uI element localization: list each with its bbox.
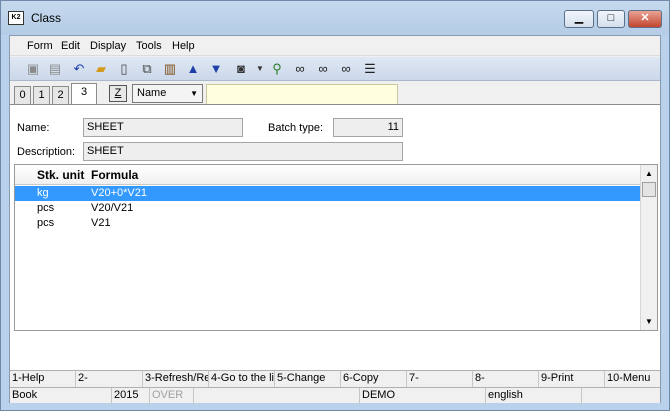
sort-select-value: Name: [137, 87, 167, 99]
menu-tools[interactable]: Tools: [136, 40, 162, 52]
status-module: Book: [10, 388, 112, 404]
status-mode: OVER: [150, 388, 194, 404]
fkey-5[interactable]: 5-Change: [275, 371, 341, 387]
copy-icon[interactable]: ⧉: [138, 60, 156, 78]
list-icon[interactable]: ☰: [361, 60, 379, 78]
table-row[interactable]: pcs V21: [15, 216, 640, 231]
status-empty-1: [194, 388, 360, 404]
tab-1[interactable]: 1: [33, 86, 50, 104]
minimize-button[interactable]: ▁: [564, 10, 594, 28]
fkey-10[interactable]: 10-Menu: [605, 371, 660, 387]
menu-edit[interactable]: Edit: [61, 40, 80, 52]
column-header-stk-unit[interactable]: Stk. unit: [37, 168, 84, 182]
table-row[interactable]: kg V20+0*V21: [15, 186, 640, 201]
arrow-down-icon[interactable]: ▼: [207, 60, 225, 78]
tab-0[interactable]: 0: [14, 86, 31, 104]
client-area: Form Edit Display Tools Help ▣ ▤ ↶ ▰ ▯ ⧉…: [9, 35, 661, 404]
book-icon[interactable]: ▥: [161, 60, 179, 78]
filter-icon[interactable]: ⚲: [268, 60, 286, 78]
fkey-8[interactable]: 8-: [473, 371, 539, 387]
description-label: Description:: [17, 146, 76, 158]
scroll-down-icon[interactable]: ▼: [641, 313, 657, 330]
fkey-1[interactable]: 1-Help: [10, 371, 76, 387]
cell-formula: V20+0*V21: [91, 187, 147, 199]
save-as-icon[interactable]: ▤: [46, 60, 64, 78]
menu-display[interactable]: Display: [90, 40, 126, 52]
status-empty-2: [582, 388, 660, 404]
dropdown-arrow-icon[interactable]: ▼: [251, 60, 269, 78]
fkey-6[interactable]: 6-Copy: [341, 371, 407, 387]
title-bar[interactable]: K2 Class ▁ □ ✕: [1, 1, 669, 35]
cell-stk-unit: kg: [37, 187, 49, 199]
description-field[interactable]: SHEET: [83, 142, 403, 161]
maximize-button[interactable]: □: [597, 10, 625, 28]
formula-grid: Stk. unit Formula kg V20+0*V21 pcs V20/V…: [14, 164, 658, 331]
fkey-4[interactable]: 4-Go to the li: [209, 371, 275, 387]
cell-formula: V20/V21: [91, 202, 134, 214]
sort-select[interactable]: Name ▼: [132, 84, 203, 103]
camera-icon[interactable]: ◙: [232, 60, 250, 78]
menu-form[interactable]: Form: [27, 40, 53, 52]
open-folder-icon[interactable]: ▰: [92, 60, 110, 78]
table-row[interactable]: pcs V20/V21: [15, 201, 640, 216]
fkey-2[interactable]: 2-: [76, 371, 143, 387]
batch-type-field[interactable]: 11: [333, 118, 403, 137]
app-icon: K2: [8, 11, 24, 25]
binoculars-next-icon[interactable]: ∞: [314, 60, 332, 78]
tab-row: 0 1 2 3 Z Name ▼: [10, 82, 660, 105]
new-document-icon[interactable]: ▯: [115, 60, 133, 78]
undo-icon[interactable]: ↶: [70, 60, 88, 78]
fkey-3[interactable]: 3-Refresh/Re: [143, 371, 209, 387]
status-language: english: [486, 388, 582, 404]
batch-type-label: Batch type:: [268, 122, 324, 134]
scroll-up-icon[interactable]: ▲: [641, 165, 657, 182]
fkey-7[interactable]: 7-: [407, 371, 473, 387]
close-button[interactable]: ✕: [628, 10, 662, 28]
arrow-up-icon[interactable]: ▲: [184, 60, 202, 78]
status-year: 2015: [112, 388, 150, 404]
status-bar: Book 2015 OVER DEMO english: [10, 387, 660, 404]
window-title: Class: [31, 11, 62, 25]
function-key-bar: 1-Help 2- 3-Refresh/Re 4-Go to the li 5-…: [10, 370, 660, 387]
status-db: DEMO: [360, 388, 486, 404]
binoculars-icon[interactable]: ∞: [291, 60, 309, 78]
binoculars-prev-icon[interactable]: ∞: [337, 60, 355, 78]
menu-bar: Form Edit Display Tools Help: [10, 36, 660, 56]
menu-help[interactable]: Help: [172, 40, 195, 52]
fkey-9[interactable]: 9-Print: [539, 371, 605, 387]
vertical-scrollbar[interactable]: ▲ ▼: [640, 165, 657, 330]
name-label: Name:: [17, 122, 50, 134]
name-field[interactable]: SHEET: [83, 118, 243, 137]
save-icon[interactable]: ▣: [24, 60, 42, 78]
chevron-down-icon: ▼: [190, 89, 198, 98]
scroll-thumb[interactable]: [642, 182, 656, 197]
tab-2[interactable]: 2: [52, 86, 69, 104]
record-panel: Name: SHEET Batch type: 11 Description: …: [10, 104, 660, 370]
cell-stk-unit: pcs: [37, 217, 55, 229]
toolbar: ▣ ▤ ↶ ▰ ▯ ⧉ ▥ ▲ ▼ ◙ ▼ ⚲ ∞ ∞ ∞ ☰: [10, 57, 660, 81]
cell-formula: V21: [91, 217, 111, 229]
app-window: K2 Class ▁ □ ✕ Form Edit Display Tools H…: [0, 0, 670, 411]
grid-header: Stk. unit Formula: [15, 165, 640, 185]
tab-3[interactable]: 3: [71, 83, 97, 104]
search-input[interactable]: [206, 84, 398, 105]
column-header-formula[interactable]: Formula: [91, 168, 138, 182]
cell-stk-unit: pcs: [37, 202, 55, 214]
z-button[interactable]: Z: [109, 85, 127, 102]
